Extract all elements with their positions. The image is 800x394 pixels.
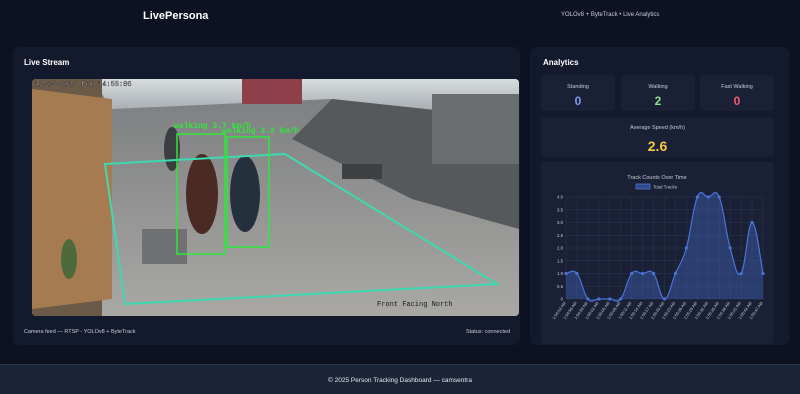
live-stream-title: Live Stream <box>24 58 70 67</box>
awning <box>242 79 302 104</box>
y-tick-label: 3.0 <box>557 220 564 225</box>
person-2 <box>230 156 260 232</box>
footer-copyright: © 2025 Person Tracking Dashboard — camse… <box>328 377 472 384</box>
data-point <box>717 195 721 199</box>
y-tick-label: 3.5 <box>557 207 564 212</box>
walking-card: Walking 2 <box>621 75 695 111</box>
bbox-label-2: walking 3.2 km/h <box>222 127 299 136</box>
plant <box>61 239 77 279</box>
standing-label: Standing <box>567 84 589 90</box>
video-feed[interactable]: walking 3.7 km/h walking 3.2 km/h 12-05-… <box>32 79 519 316</box>
data-point <box>608 297 612 301</box>
data-point <box>673 271 678 276</box>
y-tick-label: 4.0 <box>557 195 564 200</box>
y-tick-label: 1.0 <box>557 271 564 276</box>
analytics-panel: Analytics Standing 0 Walking 2 Fast Walk… <box>530 47 789 345</box>
y-tick-label: 2.0 <box>557 246 564 251</box>
data-point <box>750 220 754 225</box>
legend-label: Total Tracks <box>653 185 678 190</box>
data-point <box>586 297 590 301</box>
grate <box>342 164 382 179</box>
y-tick-label: 1.5 <box>557 258 564 263</box>
data-point <box>684 246 688 250</box>
data-point <box>575 271 579 276</box>
standing-count: 0 <box>574 94 582 108</box>
chart-svg: Track Counts Over TimeTotal Tracks00.51.… <box>551 175 765 320</box>
data-point <box>597 297 601 301</box>
app-header: LivePersona YOLOv8 + ByteTrack • Live An… <box>0 0 800 34</box>
video-timestamp: 12-05-2025 Fri 14:55:06 <box>35 81 132 89</box>
data-point <box>619 297 623 301</box>
data-point <box>564 271 568 276</box>
fast-walking-label: Fast Walking <box>721 84 753 90</box>
average-speed-label: Average Speed (km/h) <box>630 125 685 131</box>
data-point <box>651 271 656 276</box>
live-stream-panel: Live Stream walking 3.7 km/h walking 3.2… <box>13 47 520 345</box>
status-badge: Status: connected <box>465 329 510 335</box>
manhole <box>142 229 187 264</box>
data-point <box>739 271 743 276</box>
standing-card: Standing 0 <box>541 75 615 111</box>
data-point <box>728 246 732 250</box>
data-point <box>630 271 634 276</box>
data-point <box>761 271 765 276</box>
average-speed-card: Average Speed (km/h) 2.6 <box>541 117 774 157</box>
y-tick-label: 2.5 <box>557 233 564 238</box>
analytics-title: Analytics <box>543 58 579 67</box>
fast-walking-count: 0 <box>733 94 741 108</box>
track-counts-chart: Track Counts Over Time Total Tracks 0 0.5 1.… <box>541 162 774 344</box>
chart-title: Track Counts Over Time <box>627 175 686 181</box>
walking-label: Walking <box>648 84 668 90</box>
y-tick-label: 0.5 <box>557 284 564 289</box>
building-right <box>432 94 519 164</box>
header-tagline: YOLOv8 + ByteTrack • Live Analytics <box>561 12 660 18</box>
legend-swatch <box>635 183 651 190</box>
data-point <box>662 297 667 301</box>
video-frame: walking 3.7 km/h walking 3.2 km/h 12-05-… <box>32 79 519 316</box>
average-speed-value: 2.6 <box>647 138 668 154</box>
data-point <box>641 271 645 276</box>
app-footer: © 2025 Person Tracking Dashboard — camse… <box>0 364 800 394</box>
data-point <box>706 195 710 199</box>
feed-caption: Camera feed — RTSP - YOLOv8 + ByteTrack <box>24 329 136 335</box>
fast-walking-card: Fast Walking 0 <box>700 75 774 111</box>
walking-count: 2 <box>654 94 662 108</box>
camera-label: Front Facing North <box>377 301 453 309</box>
brand-title: LivePersona <box>143 10 209 22</box>
data-point <box>695 195 699 199</box>
person-1 <box>186 154 218 234</box>
